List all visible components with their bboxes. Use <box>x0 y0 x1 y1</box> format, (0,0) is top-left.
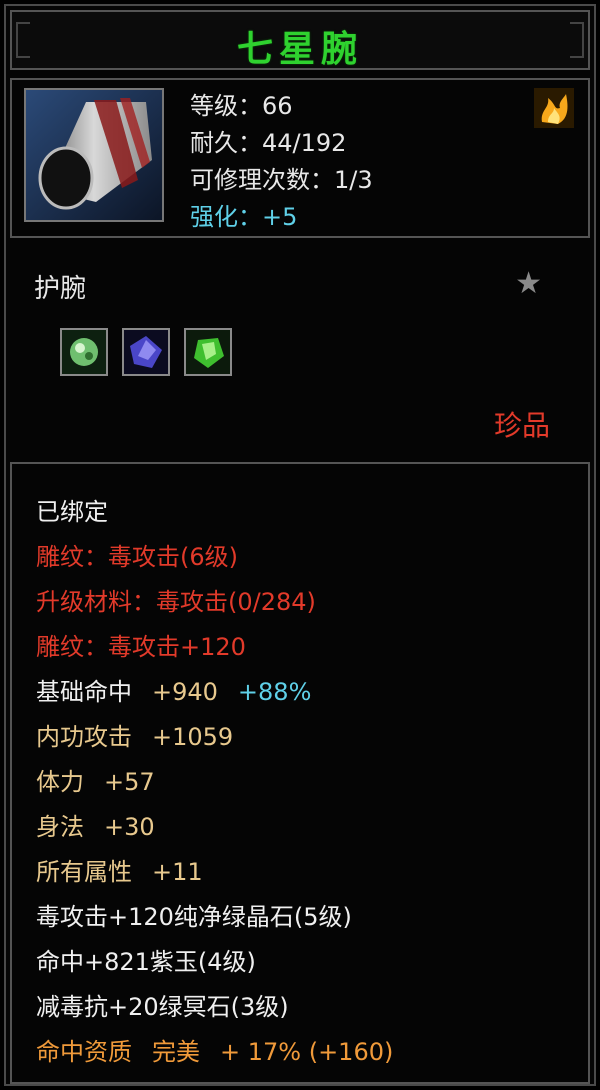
green-gem-icon[interactable] <box>60 328 108 376</box>
hit-quality-value: + 17% (+160) <box>220 1038 394 1066</box>
base-hit-value: +940 <box>152 678 218 706</box>
enhance-stat: 强化：+5 <box>190 203 298 231</box>
repair-count-stat: 可修理次数：1/3 <box>190 166 373 194</box>
properties-list: 已绑定 雕纹：毒攻击(6级) 升级材料：毒攻击(0/284) 雕纹：毒攻击+12… <box>36 490 393 1075</box>
item-name: 七星腕 <box>236 29 363 70</box>
flame-icon <box>534 88 574 128</box>
item-info-panel: 等级：66 耐久：44/192 可修理次数：1/3 强化：+5 <box>10 78 590 238</box>
item-type: 护腕 <box>34 274 87 304</box>
level-stat: 等级：66 <box>190 92 293 120</box>
agility-value: +30 <box>104 813 155 841</box>
gem-bonus-3: 减毒抗+20绿冥石(3级) <box>36 993 289 1021</box>
title-bar: 七星腕 <box>10 10 590 70</box>
stamina-label: 体力 <box>36 768 84 796</box>
agility-label: 身法 <box>36 813 84 841</box>
gem-bonus-1: 毒攻击+120纯净绿晶石(5级) <box>36 903 352 931</box>
base-hit-label: 基础命中 <box>36 678 132 706</box>
engrave-level: 雕纹：毒攻击(6级) <box>36 543 238 571</box>
all-attributes-stat: 所有属性 +11 <box>36 850 393 895</box>
internal-attack-stat: 内功攻击 +1059 <box>36 715 393 760</box>
item-stats: 等级：66 耐久：44/192 可修理次数：1/3 强化：+5 <box>190 88 373 236</box>
base-hit-percent: +88% <box>237 678 312 706</box>
engrave-bonus: 雕纹：毒攻击+120 <box>36 633 246 661</box>
internal-attack-value: +1059 <box>152 723 234 751</box>
upgrade-material: 升级材料：毒攻击(0/284) <box>36 588 316 616</box>
properties-panel: 已绑定 雕纹：毒攻击(6级) 升级材料：毒攻击(0/284) 雕纹：毒攻击+12… <box>10 462 590 1084</box>
hit-quality-label: 命中资质 <box>36 1038 132 1066</box>
agility-stat: 身法 +30 <box>36 805 393 850</box>
all-attributes-value: +11 <box>152 858 203 886</box>
internal-attack-label: 内功攻击 <box>36 723 132 751</box>
base-hit-stat: 基础命中 +940 +88% <box>36 670 393 715</box>
bound-status: 已绑定 <box>36 498 108 526</box>
durability-stat: 耐久：44/192 <box>190 129 347 157</box>
purple-gem-icon[interactable] <box>122 328 170 376</box>
all-attributes-label: 所有属性 <box>36 858 132 886</box>
star-icon[interactable]: ★ <box>515 266 542 301</box>
item-summary: 护腕 ★ 珍品 <box>10 246 590 456</box>
stamina-value: +57 <box>104 768 155 796</box>
hit-quality-stat: 命中资质 完美 + 17% (+160) <box>36 1030 393 1075</box>
bracer-icon <box>24 88 164 222</box>
rarity-label: 珍品 <box>493 409 550 442</box>
stamina-stat: 体力 +57 <box>36 760 393 805</box>
green-crystal-icon[interactable] <box>184 328 232 376</box>
hit-quality-grade: 完美 <box>152 1038 200 1066</box>
gem-bonus-2: 命中+821紫玉(4级) <box>36 948 256 976</box>
